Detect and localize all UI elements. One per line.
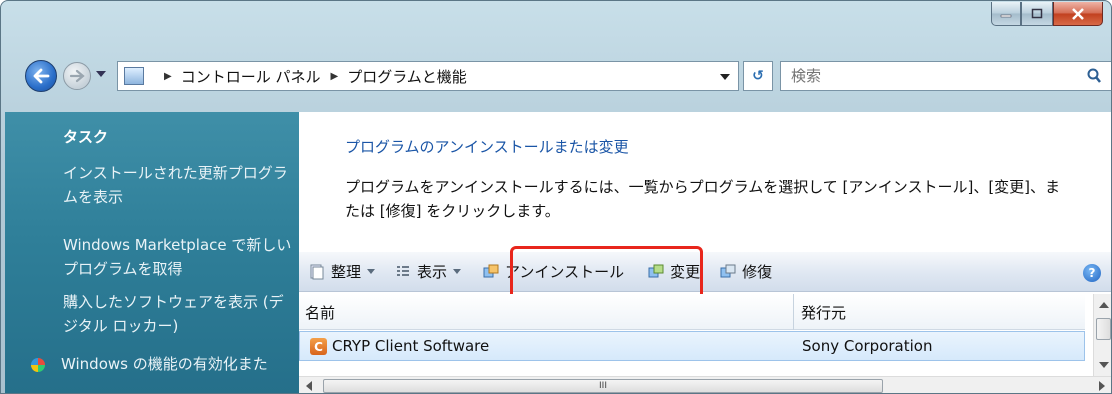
vertical-scrollbar[interactable] <box>1093 294 1111 376</box>
scroll-up-icon[interactable] <box>1099 302 1109 308</box>
back-button[interactable] <box>25 60 57 92</box>
repair-icon <box>720 264 736 277</box>
help-icon[interactable]: ? <box>1083 264 1101 282</box>
uninstall-icon <box>483 264 499 277</box>
organize-icon <box>310 264 324 279</box>
search-box[interactable] <box>780 61 1111 91</box>
control-panel-icon <box>124 67 144 85</box>
column-divider[interactable] <box>793 294 794 330</box>
table-row[interactable]: C CRYP Client Software Sony Corporation <box>299 331 1085 361</box>
maximize-button[interactable] <box>1021 2 1053 26</box>
close-button[interactable] <box>1053 2 1103 26</box>
task-pane-title: タスク <box>63 128 109 146</box>
view-button[interactable]: 表示 <box>395 261 462 282</box>
windows-marketplace-link[interactable]: Windows Marketplace で新しいプログラムを取得 <box>63 233 293 281</box>
chevron-down-icon <box>367 269 376 274</box>
program-publisher: Sony Corporation <box>802 337 933 355</box>
organize-label: 整理 <box>331 263 362 281</box>
breadcrumb-separator-icon[interactable]: ▶ <box>330 71 338 82</box>
minimize-icon <box>1000 14 1012 17</box>
chevron-down-icon <box>453 269 462 274</box>
refresh-icon: ↺ <box>752 68 764 84</box>
arrow-right-icon <box>69 69 85 83</box>
caption-buttons <box>991 2 1103 28</box>
view-installed-updates-link[interactable]: インストールされた更新プログラムを表示 <box>63 161 293 209</box>
windows-shield-icon <box>31 358 45 372</box>
vertical-scroll-thumb[interactable] <box>1096 318 1111 340</box>
horizontal-scrollbar[interactable]: III <box>299 376 1111 393</box>
uninstall-highlight-box <box>510 246 703 300</box>
organize-button[interactable]: 整理 <box>309 261 376 282</box>
maximize-icon <box>1031 8 1043 19</box>
breadcrumb-separator-icon[interactable]: ▶ <box>164 71 172 82</box>
scroll-down-icon[interactable] <box>1099 362 1109 368</box>
command-bar: 整理 表示 アンインストール 変更 修復 ? <box>299 252 1111 292</box>
address-bar[interactable]: ▶ コントロール パネル ▶ プログラムと機能 <box>117 61 739 91</box>
horizontal-scroll-thumb[interactable]: III <box>323 379 883 393</box>
digital-locker-link[interactable]: 購入したソフトウェアを表示 (デジタル ロッカー) <box>63 290 293 338</box>
recent-pages-dropdown[interactable] <box>96 71 106 77</box>
repair-button[interactable]: 修復 <box>720 261 772 282</box>
column-header-publisher[interactable]: 発行元 <box>801 302 846 323</box>
search-icon[interactable] <box>1087 68 1101 84</box>
programs-and-features-window: ▶ コントロール パネル ▶ プログラムと機能 ↺ タスク インストールされた更… <box>0 0 1112 394</box>
close-icon <box>1072 7 1084 20</box>
content-area: プログラムのアンインストールまたは変更 プログラムをアンインストールするには、一… <box>299 112 1111 393</box>
column-header-name[interactable]: 名前 <box>305 302 335 323</box>
breadcrumb-control-panel[interactable]: コントロール パネル <box>181 66 321 87</box>
arrow-left-icon <box>33 68 50 84</box>
address-dropdown-icon[interactable] <box>720 74 730 80</box>
page-title: プログラムのアンインストールまたは変更 <box>345 138 629 156</box>
scroll-left-icon[interactable] <box>306 381 312 391</box>
views-icon <box>397 265 410 276</box>
scroll-right-icon[interactable] <box>1099 381 1105 391</box>
refresh-button[interactable]: ↺ <box>743 61 773 91</box>
windows-features-link[interactable]: Windows の機能の有効化また <box>61 352 291 376</box>
cryp-app-icon: C <box>310 338 327 355</box>
repair-label: 修復 <box>742 263 773 281</box>
search-input[interactable] <box>789 66 1069 86</box>
view-label: 表示 <box>417 263 448 281</box>
forward-button[interactable] <box>63 62 91 90</box>
task-pane: タスク インストールされた更新プログラムを表示 Windows Marketpl… <box>5 112 299 393</box>
breadcrumb-programs[interactable]: プログラムと機能 <box>347 66 467 87</box>
breadcrumb: ▶ コントロール パネル ▶ プログラムと機能 <box>154 66 467 87</box>
minimize-button[interactable] <box>991 2 1021 26</box>
program-name: CRYP Client Software <box>332 337 490 355</box>
page-description: プログラムをアンインストールするには、一覧からプログラムを選択して [アンインス… <box>345 178 1061 220</box>
column-headers: 名前 発行元 <box>299 294 1085 330</box>
